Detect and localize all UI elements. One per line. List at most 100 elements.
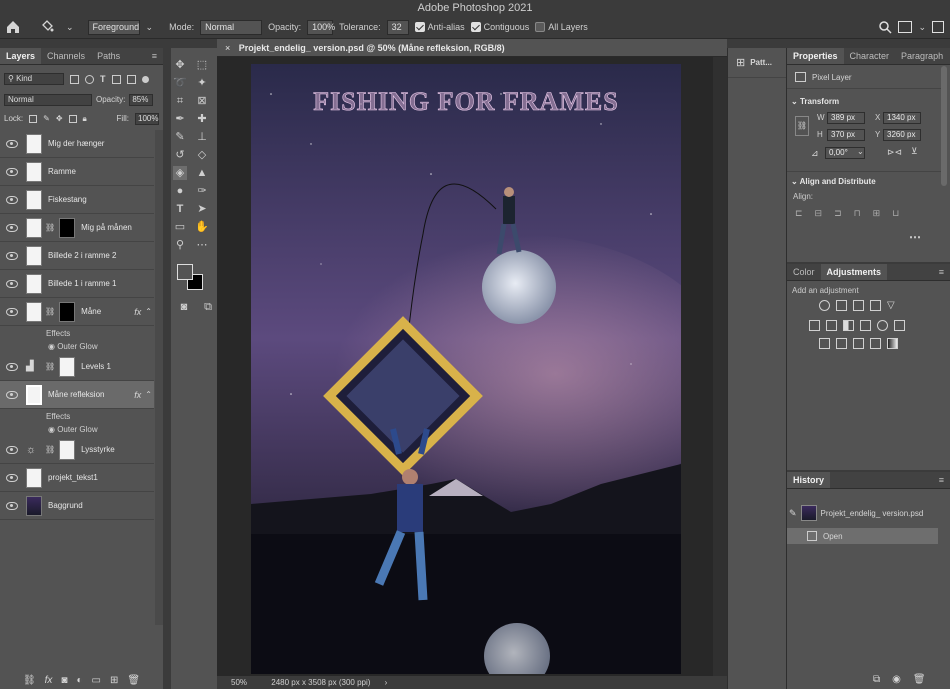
visibility-eye-icon[interactable]	[6, 167, 18, 176]
fx-badge[interactable]: fx	[134, 307, 141, 317]
healing-brush-tool-icon[interactable]: ✚	[195, 112, 209, 126]
filter-adjustment-icon[interactable]	[85, 74, 94, 84]
height-input[interactable]: 370 px	[827, 129, 865, 141]
lock-position-icon[interactable]: ✥	[56, 114, 63, 123]
magic-wand-tool-icon[interactable]: ✦	[195, 76, 209, 90]
align-bottom-icon[interactable]: ⊔	[892, 208, 899, 219]
align-middle-v-icon[interactable]: ⊞	[873, 208, 881, 219]
workspace-icon[interactable]	[898, 21, 913, 33]
x-input[interactable]: 1340 px	[883, 112, 921, 124]
history-brush-source-icon[interactable]: ✎	[789, 508, 797, 519]
add-mask-icon[interactable]: ◙	[61, 675, 67, 686]
canvas-area[interactable]: FISHING FOR FRAMES	[217, 57, 727, 676]
panel-menu-icon[interactable]: ≡	[933, 264, 950, 280]
invert-icon[interactable]	[819, 338, 830, 349]
share-icon[interactable]	[932, 21, 944, 33]
layer-kind-filter[interactable]: ⚲ Kind	[4, 73, 64, 85]
threshold-icon[interactable]	[853, 338, 864, 349]
visibility-eye-icon[interactable]	[6, 251, 18, 260]
align-center-h-icon[interactable]: ⊟	[815, 208, 823, 219]
contiguous-checkbox[interactable]: Contiguous	[470, 22, 529, 33]
layer-row[interactable]: Baggrund	[0, 492, 154, 520]
visibility-eye-icon[interactable]	[6, 362, 18, 371]
fill-input[interactable]: 100%	[135, 112, 159, 125]
filter-type-icon[interactable]: T	[100, 74, 106, 84]
link-layers-icon[interactable]: ⛓	[23, 675, 36, 686]
dodge-tool-icon[interactable]: ●	[173, 184, 187, 198]
tab-character[interactable]: Character	[844, 48, 896, 64]
color-swatches[interactable]	[171, 264, 217, 296]
home-icon[interactable]	[6, 20, 20, 34]
lock-artboard-icon[interactable]	[68, 114, 77, 123]
new-group-icon[interactable]: ▭	[92, 675, 101, 686]
layer-row[interactable]: Ramme	[0, 158, 154, 186]
more-tools-icon[interactable]: ⋯	[195, 238, 209, 252]
color-lookup-icon[interactable]	[894, 320, 905, 331]
layer-row[interactable]: ⛓ Måne fx ⌃	[0, 298, 154, 326]
anti-alias-checkbox[interactable]: Anti-alias	[414, 22, 465, 33]
eyedropper-tool-icon[interactable]: ✒	[173, 112, 187, 126]
crop-tool-icon[interactable]: ⌗	[173, 94, 187, 108]
layer-opacity-input[interactable]: 85%	[129, 93, 154, 106]
history-brush-tool-icon[interactable]: ↺	[173, 148, 187, 162]
photo-filter-icon[interactable]	[860, 320, 871, 331]
screen-mode-icon[interactable]: ⧉	[201, 300, 215, 314]
layer-row[interactable]: Fiskestang	[0, 186, 154, 214]
add-layer-style-icon[interactable]: fx	[45, 675, 53, 686]
zoom-tool-icon[interactable]: ⚲	[173, 238, 187, 252]
layer-row[interactable]: ⛓ Mig på månen	[0, 214, 154, 242]
lock-all-icon[interactable]: 🔒︎	[83, 114, 87, 124]
visibility-eye-icon[interactable]	[6, 501, 18, 510]
panel-menu-icon[interactable]: ≡	[146, 48, 163, 64]
new-snapshot-icon[interactable]: ◉	[892, 674, 901, 685]
link-chain-icon[interactable]: ⛓	[45, 445, 55, 454]
tab-paths[interactable]: Paths	[91, 48, 126, 64]
align-left-icon[interactable]: ⊏	[795, 208, 803, 219]
visibility-eye-icon[interactable]	[6, 195, 18, 204]
transform-section-toggle[interactable]: ⌄ Transform	[791, 97, 839, 106]
layers-scrollbar[interactable]	[155, 130, 163, 625]
marquee-tool-icon[interactable]: ⬚	[195, 58, 209, 72]
hue-saturation-icon[interactable]	[809, 320, 820, 331]
properties-scrollbar[interactable]	[941, 66, 947, 186]
workspace-chevron-icon[interactable]: ⌄	[918, 22, 926, 33]
layer-row[interactable]: ☼ ⛓ Lysstyrke	[0, 436, 154, 464]
visibility-eye-icon[interactable]	[6, 445, 18, 454]
lock-transparency-icon[interactable]	[29, 114, 38, 123]
delete-layer-icon[interactable]: 🗑︎	[127, 675, 140, 686]
tool-preset-chevron-icon[interactable]: ⌄	[66, 22, 74, 33]
new-adjustment-layer-icon[interactable]: ◐	[76, 675, 82, 686]
layer-row[interactable]: Billede 1 i ramme 1	[0, 270, 154, 298]
type-tool-icon[interactable]: T	[173, 202, 187, 216]
rectangle-tool-icon[interactable]: ▭	[173, 220, 187, 234]
y-input[interactable]: 3260 px	[883, 129, 921, 141]
exposure-icon[interactable]	[870, 300, 881, 311]
close-tab-icon[interactable]: ×	[225, 43, 230, 53]
blend-mode-select[interactable]: Normal	[4, 93, 92, 106]
gradient-map-icon[interactable]	[887, 338, 898, 349]
selective-color-icon[interactable]	[870, 338, 881, 349]
filter-shape-icon[interactable]	[111, 74, 121, 84]
tab-layers[interactable]: Layers	[0, 48, 42, 64]
more-options-icon[interactable]: ⋯	[909, 230, 921, 244]
visibility-eye-icon[interactable]	[6, 307, 18, 316]
paint-bucket-tool-icon[interactable]: ◈	[173, 166, 187, 180]
zoom-level[interactable]: 50%	[231, 678, 247, 687]
patterns-panel-button[interactable]: ⊞ Patt...	[728, 48, 786, 78]
all-layers-checkbox[interactable]: All Layers	[535, 22, 588, 33]
effects-collapse-icon[interactable]: ⌃	[145, 307, 152, 316]
fx-badge[interactable]: fx	[134, 390, 141, 400]
lasso-tool-icon[interactable]: ➰	[173, 76, 187, 90]
brightness-contrast-icon[interactable]	[819, 300, 830, 311]
quick-mask-icon[interactable]: ◙	[177, 300, 191, 314]
visibility-eye-icon[interactable]	[6, 390, 18, 399]
history-snapshot[interactable]: ✎ Projekt_endelig_ version.psd	[787, 502, 942, 524]
history-state-open[interactable]: Open	[787, 528, 938, 544]
outer-glow-effect[interactable]: ◉ Outer Glow	[48, 342, 98, 351]
effects-collapse-icon[interactable]: ⌃	[145, 390, 152, 399]
align-top-icon[interactable]: ⊓	[854, 208, 861, 219]
tab-properties[interactable]: Properties	[787, 48, 844, 64]
visibility-eye-icon[interactable]	[6, 473, 18, 482]
new-layer-icon[interactable]: ⊞	[110, 675, 118, 686]
outer-glow-effect[interactable]: ◉ Outer Glow	[48, 425, 98, 434]
